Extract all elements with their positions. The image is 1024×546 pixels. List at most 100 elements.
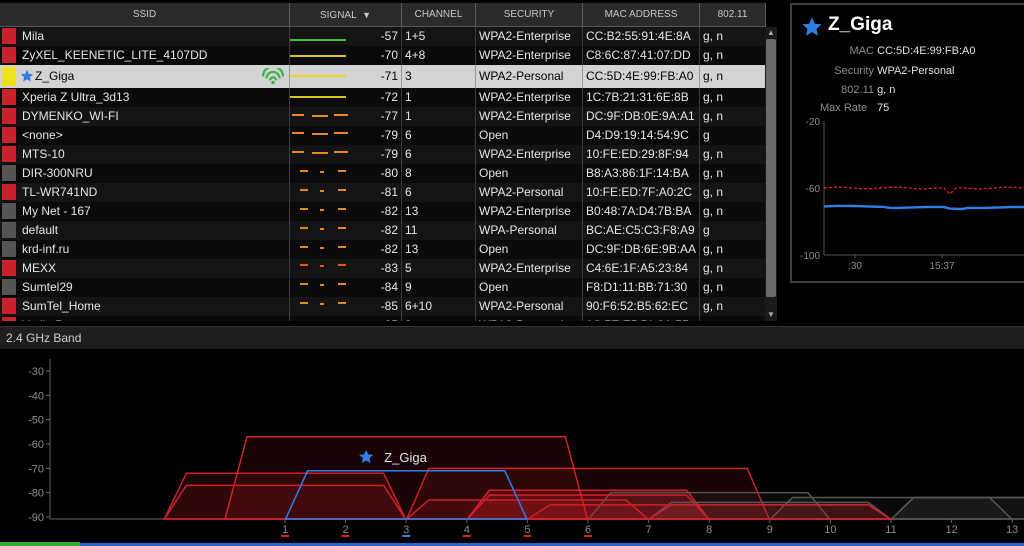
column-divider [699, 240, 700, 259]
network-detail-panel: Z_Giga MAC CC:5D:4E:99:FB:A0 Security WP… [790, 3, 1024, 283]
signal-sparkline [300, 189, 346, 192]
ssid-cell: Xperia Z Ultra_3d13 [22, 90, 130, 104]
column-divider [475, 27, 476, 46]
standard-cell: g, n [703, 185, 724, 199]
column-divider [475, 297, 476, 316]
column-security[interactable]: SECURITY [476, 3, 583, 27]
detail-security-label: Security [834, 65, 874, 77]
table-row[interactable]: MTS-10 -79 6 WPA2-Enterprise 10:FE:ED:29:8F:… [0, 145, 766, 164]
column-divider [475, 259, 476, 278]
scroll-up-icon[interactable]: ▲ [765, 27, 777, 39]
standard-cell: g, n [703, 29, 724, 43]
table-row[interactable]: Sumtel29 -84 9 Open F8:D1:11:BB:71:30 g, n [0, 278, 766, 297]
column-divider [582, 27, 583, 46]
column-divider [401, 46, 402, 65]
column-divider [699, 259, 700, 278]
column-divider [289, 221, 290, 240]
column-divider [289, 240, 290, 259]
column-divider [401, 259, 402, 278]
network-color-swatch [2, 28, 16, 44]
column-divider [289, 164, 290, 183]
table-row[interactable]: default -82 11 WPA-Personal BC:AE:C5:C3:F8:A… [0, 221, 766, 240]
table-row[interactable]: DYMENKO_WI-FI -77 1 WPA2-Enterprise DC:9F:DB… [0, 107, 766, 126]
channel-cell: 6 [405, 128, 412, 142]
column-divider [401, 145, 402, 164]
signal-sparkline [292, 151, 348, 154]
standard-cell: g, n [703, 48, 724, 62]
column-divider [582, 259, 583, 278]
band-label: 2.4 GHz Band [6, 331, 82, 345]
table-row[interactable]: My Net - 167 -82 13 WPA2-Enterprise B0:48:7A… [0, 202, 766, 221]
standard-cell: g, n [703, 242, 724, 256]
table-header: SSID SIGNAL ▼ CHANNEL SECURITY MAC ADDRE… [0, 3, 766, 27]
table-row[interactable]: SumTel_Home -85 6+10 WPA2-Personal 90:F6:52:… [0, 297, 766, 316]
column-80211[interactable]: 802.11 [700, 3, 766, 27]
channel-tick-label: 13 [1006, 524, 1018, 536]
detail-security-value: WPA2-Personal [877, 65, 955, 77]
table-row[interactable]: VodkaPro-859WPA2-Personal1C:7E:E5:51:0A:… [0, 316, 766, 321]
mac-address-cell: DC:9F:DB:6E:9B:AA [586, 242, 697, 256]
security-cell: Open [479, 280, 509, 294]
column-divider [401, 202, 402, 221]
channel-cell: 1 [405, 90, 412, 104]
column-divider [401, 65, 402, 88]
column-ssid[interactable]: SSID [0, 3, 290, 27]
scroll-thumb[interactable] [766, 39, 776, 297]
scroll-down-icon[interactable]: ▼ [765, 309, 777, 321]
column-divider [401, 88, 402, 107]
table-row[interactable]: ZyXEL_KEENETIC_LITE_4107DD -70 4+8 WPA2-Ent… [0, 46, 766, 65]
signal-sparkline [300, 227, 346, 230]
ssid-cell: Z_Giga [35, 69, 75, 83]
network-color-swatch [2, 279, 16, 295]
mac-address-cell: C8:6C:87:41:07:DD [586, 48, 691, 62]
ssid-cell: ZyXEL_KEENETIC_LITE_4107DD [22, 48, 208, 62]
mac-address-cell: BC:AE:C5:C3:F8:A9 [586, 223, 695, 237]
table-row[interactable]: TL-WR741ND -81 6 WPA2-Personal 10:FE:ED:7F:A… [0, 183, 766, 202]
table-row[interactable]: <none> -79 6 Open D4:D9:19:14:54:9C g [0, 126, 766, 145]
selected-network-label: Z_Giga [384, 450, 427, 465]
mac-address-cell: CC:5D:4E:99:FB:A0 [586, 69, 694, 83]
network-footprint [889, 496, 1024, 520]
table-row[interactable]: Mila -57 1+5 WPA2-Enterprise CC:B2:55:91:4E:… [0, 27, 766, 46]
column-divider [699, 46, 700, 65]
ssid-cell: <none> [22, 128, 63, 142]
ssid-cell: VodkaPro [22, 316, 262, 321]
table-row[interactable]: Xperia Z Ultra_3d13 -72 1 WPA2-Enterprise 1C… [0, 88, 766, 107]
network-color-swatch [2, 89, 16, 105]
detail-std-row: 802.11 g, n [822, 84, 895, 96]
selected-network-footprint [284, 470, 528, 520]
security-cell: WPA2-Personal [479, 316, 583, 321]
security-cell: WPA2-Enterprise [479, 90, 571, 104]
column-signal-label: SIGNAL [319, 10, 357, 21]
table-row[interactable]: Z_Giga -71 3 WPA2-Personal CC:5D:4E:99:FB:A0… [0, 65, 766, 88]
signal-sparkline [292, 114, 348, 117]
column-divider [699, 145, 700, 164]
column-divider [475, 164, 476, 183]
network-color-swatch [2, 165, 16, 181]
table-row[interactable]: krd-inf.ru -82 13 Open DC:9F:DB:6E:9B:AA g, n [0, 240, 766, 259]
table-scrollbar[interactable]: ▲ ▼ [765, 27, 777, 321]
column-divider [582, 221, 583, 240]
x-tick-label: :30 [848, 261, 862, 272]
column-divider [475, 278, 476, 297]
channel-graph: -30 -40 -50 -60 -70 -80 -90 1 2 3 4 5 6 7 8 9 10 11 12 13 Z_… [0, 349, 1024, 546]
signal-sparkline [300, 283, 346, 286]
table-row[interactable]: MEXX -83 5 WPA2-Enterprise C4:6E:1F:A5:23:84… [0, 259, 766, 278]
column-signal[interactable]: SIGNAL ▼ [290, 3, 402, 27]
band-y-tick-label: -40 [28, 390, 44, 402]
column-channel[interactable]: CHANNEL [402, 3, 476, 27]
column-divider [289, 202, 290, 221]
channel-tick-label: 8 [706, 524, 712, 536]
favorite-star-icon[interactable] [20, 69, 34, 83]
column-mac[interactable]: MAC ADDRESS [583, 3, 700, 27]
channel-cell: 9 [405, 316, 475, 321]
table-row[interactable]: DIR-300NRU -80 8 Open B8:A3:86:1F:14:BA g, n [0, 164, 766, 183]
mac-address-cell: F8:D1:11:BB:71:30 [586, 280, 688, 294]
ssid-cell: MEXX [22, 261, 57, 275]
favorite-star-icon[interactable] [801, 16, 823, 38]
column-divider [289, 145, 290, 164]
column-divider [699, 278, 700, 297]
network-color-swatch [2, 260, 16, 276]
signal-sparkline [300, 302, 346, 305]
column-divider [401, 297, 402, 316]
